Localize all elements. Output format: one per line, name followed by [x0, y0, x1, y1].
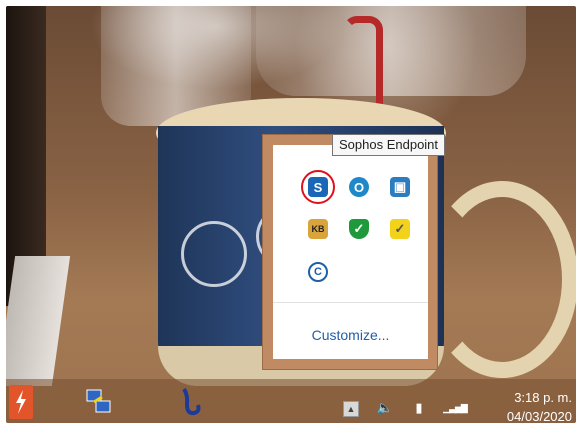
- network-computers-app-icon[interactable]: [84, 387, 114, 417]
- saxophone-app-icon[interactable]: [176, 387, 206, 417]
- notification-overflow-panel: S O ▣ KB ✓ ✓ C Customize...: [262, 134, 438, 370]
- photo-glass-right: [256, 6, 526, 96]
- c-glyph: C: [308, 262, 328, 282]
- clock-date: 04/03/2020: [506, 409, 572, 423]
- customize-link[interactable]: Customize...: [273, 327, 428, 343]
- circular-sync-icon[interactable]: O: [345, 173, 373, 201]
- taskbar: ▲ 🔈 ▮ ▁▃▅▇ 3:18 p. m. 04/03/2020: [6, 379, 576, 423]
- battery-icon[interactable]: ▮: [410, 399, 428, 417]
- show-hidden-icons-button[interactable]: ▲: [343, 401, 359, 417]
- photo-bicycle-wheel: [181, 221, 247, 287]
- kb-folder-icon[interactable]: KB: [304, 215, 332, 243]
- network-signal-icon[interactable]: ▁▃▅▇: [442, 399, 468, 417]
- sync-glyph: O: [349, 177, 369, 197]
- desktop-photo-background: S O ▣ KB ✓ ✓ C Customize... Sophos Endpo…: [6, 6, 576, 423]
- red-lightning-app-icon[interactable]: [9, 385, 33, 419]
- network-computers-icon: [86, 389, 111, 413]
- clock[interactable]: 3:18 p. m. 04/03/2020: [476, 388, 572, 423]
- yellow-checkmark-icon[interactable]: ✓: [386, 215, 414, 243]
- clock-time: 3:18 p. m.: [514, 390, 572, 405]
- sophos-endpoint-tooltip: Sophos Endpoint: [332, 134, 446, 156]
- lightning-icon: [16, 390, 26, 414]
- yellow-check-glyph: ✓: [390, 219, 410, 239]
- green-shield-icon[interactable]: ✓: [345, 215, 373, 243]
- battery-glyph-icon: ▮: [415, 400, 423, 415]
- volume-icon[interactable]: 🔈: [376, 399, 394, 417]
- saxophone-icon: [182, 387, 201, 416]
- signal-bars-icon: ▁▃▅▇: [443, 402, 468, 413]
- shield-glyph: ✓: [349, 219, 369, 239]
- kb-glyph: KB: [308, 219, 328, 239]
- copyright-c-icon[interactable]: C: [304, 258, 332, 286]
- monitor-glyph: ▣: [390, 177, 410, 197]
- panel-divider: [273, 302, 428, 303]
- photo-laptop-edge: [6, 256, 71, 386]
- red-highlight-circle: [301, 170, 335, 204]
- photo-mug-handle: [426, 181, 576, 378]
- network-monitor-icon[interactable]: ▣: [386, 173, 414, 201]
- chevron-up-icon: ▲: [346, 404, 356, 414]
- overflow-panel-content: S O ▣ KB ✓ ✓ C Customize...: [273, 145, 428, 359]
- speaker-icon: 🔈: [376, 400, 394, 415]
